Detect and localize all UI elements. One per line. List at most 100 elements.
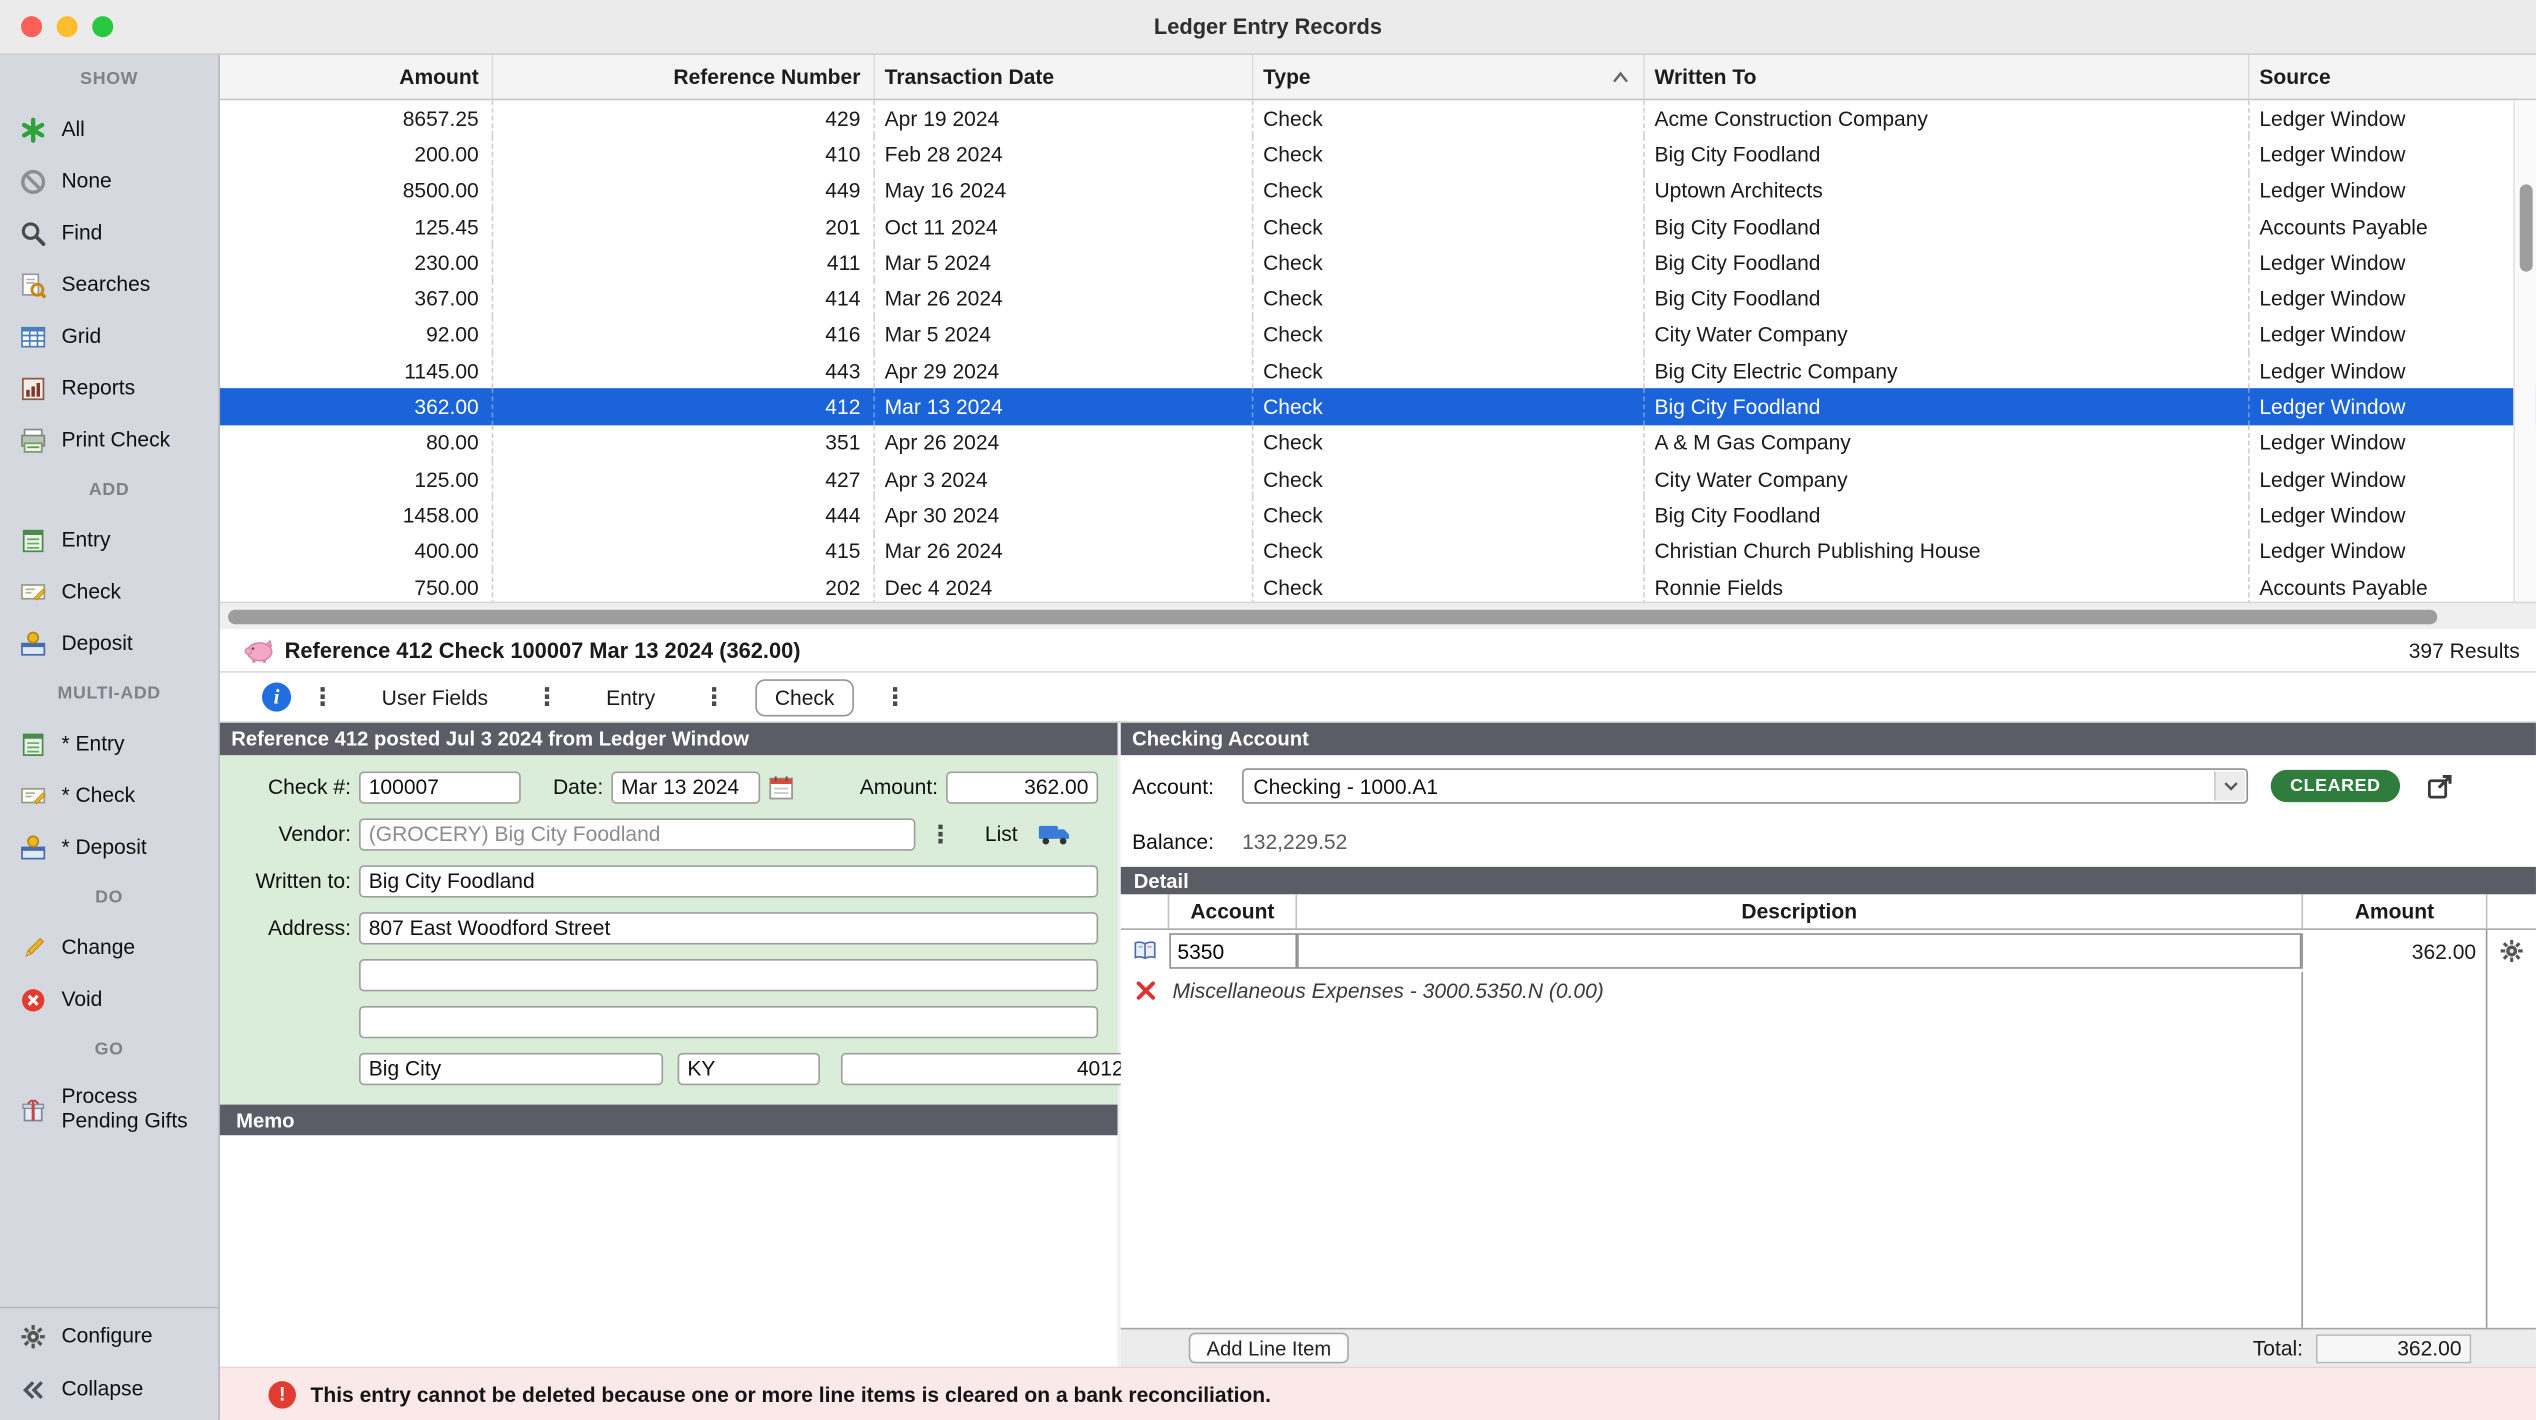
column-header-reference-number[interactable]: Reference Number: [493, 55, 875, 99]
amount-input[interactable]: [946, 771, 1098, 803]
date-input[interactable]: [611, 771, 760, 803]
tab-check[interactable]: Check: [755, 678, 853, 715]
sidebar-item-reports[interactable]: Reports: [0, 362, 218, 414]
menu-dots-icon[interactable]: ⋮: [702, 683, 726, 712]
line-amount-value[interactable]: 362.00: [2303, 930, 2487, 972]
account-select[interactable]: Checking - 1000.A1: [1242, 768, 2248, 804]
cleared-button[interactable]: CLEARED: [2271, 770, 2400, 802]
column-header-written-to[interactable]: Written To: [1645, 55, 2250, 99]
menu-dots-icon[interactable]: ⋮: [535, 683, 559, 712]
table-row[interactable]: 200.00410Feb 28 2024CheckBig City Foodla…: [220, 136, 2536, 172]
sidebar-item-find[interactable]: Find: [0, 207, 218, 259]
table-cell: 125.45: [220, 208, 493, 244]
state-input[interactable]: [678, 1052, 820, 1084]
table-row[interactable]: 362.00412Mar 13 2024CheckBig City Foodla…: [220, 389, 2536, 425]
sidebar-item-label: Entry: [61, 528, 110, 552]
table-row[interactable]: 400.00415Mar 26 2024CheckChristian Churc…: [220, 533, 2536, 569]
table-row[interactable]: 1145.00443Apr 29 2024CheckBig City Elect…: [220, 353, 2536, 389]
sidebar-item-grid[interactable]: Grid: [0, 311, 218, 363]
sidebar-item-change[interactable]: Change: [0, 922, 218, 974]
close-window-button[interactable]: [21, 16, 42, 37]
sidebar-item-collapse[interactable]: Collapse: [0, 1363, 218, 1416]
zoom-window-button[interactable]: [92, 16, 113, 37]
table-cell: 201: [493, 208, 875, 244]
sidebar-item-configure[interactable]: Configure: [0, 1310, 218, 1363]
table-cell: City Water Company: [1645, 461, 2250, 497]
column-header-type[interactable]: Type: [1253, 55, 1644, 99]
vendor-input[interactable]: [359, 818, 915, 850]
tab-entry[interactable]: Entry: [588, 680, 673, 714]
vertical-scrollbar[interactable]: [2513, 100, 2536, 601]
horizontal-scrollbar[interactable]: [220, 602, 2536, 629]
column-header-source[interactable]: Source: [2250, 55, 2536, 99]
table-row[interactable]: 8657.25429Apr 19 2024CheckAcme Construct…: [220, 100, 2536, 136]
sidebar-item-all[interactable]: All: [0, 104, 218, 156]
zip-input[interactable]: [841, 1052, 1145, 1084]
tab-user-fields[interactable]: User Fields: [364, 680, 506, 714]
delete-line-icon[interactable]: [1135, 979, 1156, 1000]
table-cell: Acme Construction Company: [1645, 100, 2250, 136]
info-icon[interactable]: i: [262, 683, 291, 712]
sidebar-item-deposit[interactable]: * Deposit: [0, 822, 218, 874]
table-row[interactable]: 750.00202Dec 4 2024CheckRonnie FieldsAcc…: [220, 569, 2536, 602]
sidebar-item-check[interactable]: Check: [0, 566, 218, 618]
line-account-input[interactable]: [1169, 933, 1297, 969]
sidebar-item-check[interactable]: * Check: [0, 770, 218, 822]
chevron-down-icon: [2214, 771, 2245, 800]
sidebar-item-print-check[interactable]: Print Check: [0, 414, 218, 466]
column-header-amount[interactable]: Amount: [220, 55, 493, 99]
table-row[interactable]: 125.00427Apr 3 2024CheckCity Water Compa…: [220, 461, 2536, 497]
address-line2-input[interactable]: [359, 958, 1098, 990]
horizontal-scrollbar-thumb[interactable]: [228, 610, 2437, 625]
vertical-scrollbar-thumb[interactable]: [2519, 184, 2532, 271]
table-cell: Accounts Payable: [2250, 208, 2536, 244]
table-cell: Ledger Window: [2250, 353, 2536, 389]
table-row[interactable]: 8500.00449May 16 2024CheckUptown Archite…: [220, 172, 2536, 208]
vendor-menu-dots-icon[interactable]: ⋮: [928, 819, 952, 848]
calendar-icon[interactable]: [767, 772, 796, 801]
external-link-icon[interactable]: [2426, 772, 2453, 799]
table-cell: 80.00: [220, 425, 493, 461]
detail-account-note-row: Miscellaneous Expenses - 3000.5350.N (0.…: [1121, 972, 2536, 1008]
table-row[interactable]: 92.00416Mar 5 2024CheckCity Water Compan…: [220, 317, 2536, 353]
memo-area[interactable]: [220, 1135, 1118, 1366]
column-header-transaction-date[interactable]: Transaction Date: [875, 55, 1253, 99]
table-cell: 351: [493, 425, 875, 461]
account-lookup-icon[interactable]: [1132, 938, 1158, 964]
sidebar-item-void[interactable]: Void: [0, 974, 218, 1026]
menu-dots-icon[interactable]: ⋮: [311, 683, 335, 712]
city-input[interactable]: [359, 1052, 663, 1084]
menu-dots-icon[interactable]: ⋮: [883, 683, 907, 712]
address-line1-input[interactable]: [359, 911, 1098, 943]
sidebar-item-none[interactable]: None: [0, 155, 218, 207]
line-account-description: Miscellaneous Expenses - 3000.5350.N (0.…: [1169, 972, 2303, 1008]
line-description-input[interactable]: [1297, 933, 2301, 969]
check-number-input[interactable]: [359, 771, 521, 803]
table-cell: 230.00: [220, 245, 493, 281]
table-row[interactable]: 1458.00444Apr 30 2024CheckBig City Foodl…: [220, 497, 2536, 533]
amount-label: Amount:: [846, 775, 946, 799]
minimize-window-button[interactable]: [57, 16, 78, 37]
table-cell: 416: [493, 317, 875, 353]
table-cell: 411: [493, 245, 875, 281]
table-cell: 410: [493, 136, 875, 172]
sidebar-item-deposit[interactable]: Deposit: [0, 618, 218, 670]
sidebar-item-searches[interactable]: Searches: [0, 259, 218, 311]
vendor-list-button[interactable]: List: [985, 822, 1018, 846]
table-cell: 412: [493, 389, 875, 425]
sidebar-item-process-pending-gifts[interactable]: Process Pending Gifts: [0, 1074, 218, 1145]
check-doc-icon: [19, 782, 46, 809]
line-gear-icon[interactable]: [2499, 938, 2525, 964]
sidebar-item-entry[interactable]: Entry: [0, 514, 218, 566]
sidebar-footer: Configure Collapse: [0, 1307, 218, 1420]
table-row[interactable]: 125.45201Oct 11 2024CheckBig City Foodla…: [220, 208, 2536, 244]
truck-icon[interactable]: [1037, 822, 1073, 846]
table-row[interactable]: 80.00351Apr 26 2024CheckA & M Gas Compan…: [220, 425, 2536, 461]
table-row[interactable]: 367.00414Mar 26 2024CheckBig City Foodla…: [220, 281, 2536, 317]
address-line3-input[interactable]: [359, 1005, 1098, 1037]
sidebar-item-entry[interactable]: * Entry: [0, 718, 218, 770]
tab-bar: i ⋮ User Fields ⋮ Entry ⋮ Check ⋮: [220, 673, 2536, 723]
table-row[interactable]: 230.00411Mar 5 2024CheckBig City Foodlan…: [220, 245, 2536, 281]
add-line-item-button[interactable]: Add Line Item: [1189, 1333, 1349, 1364]
written-to-input[interactable]: [359, 864, 1098, 896]
